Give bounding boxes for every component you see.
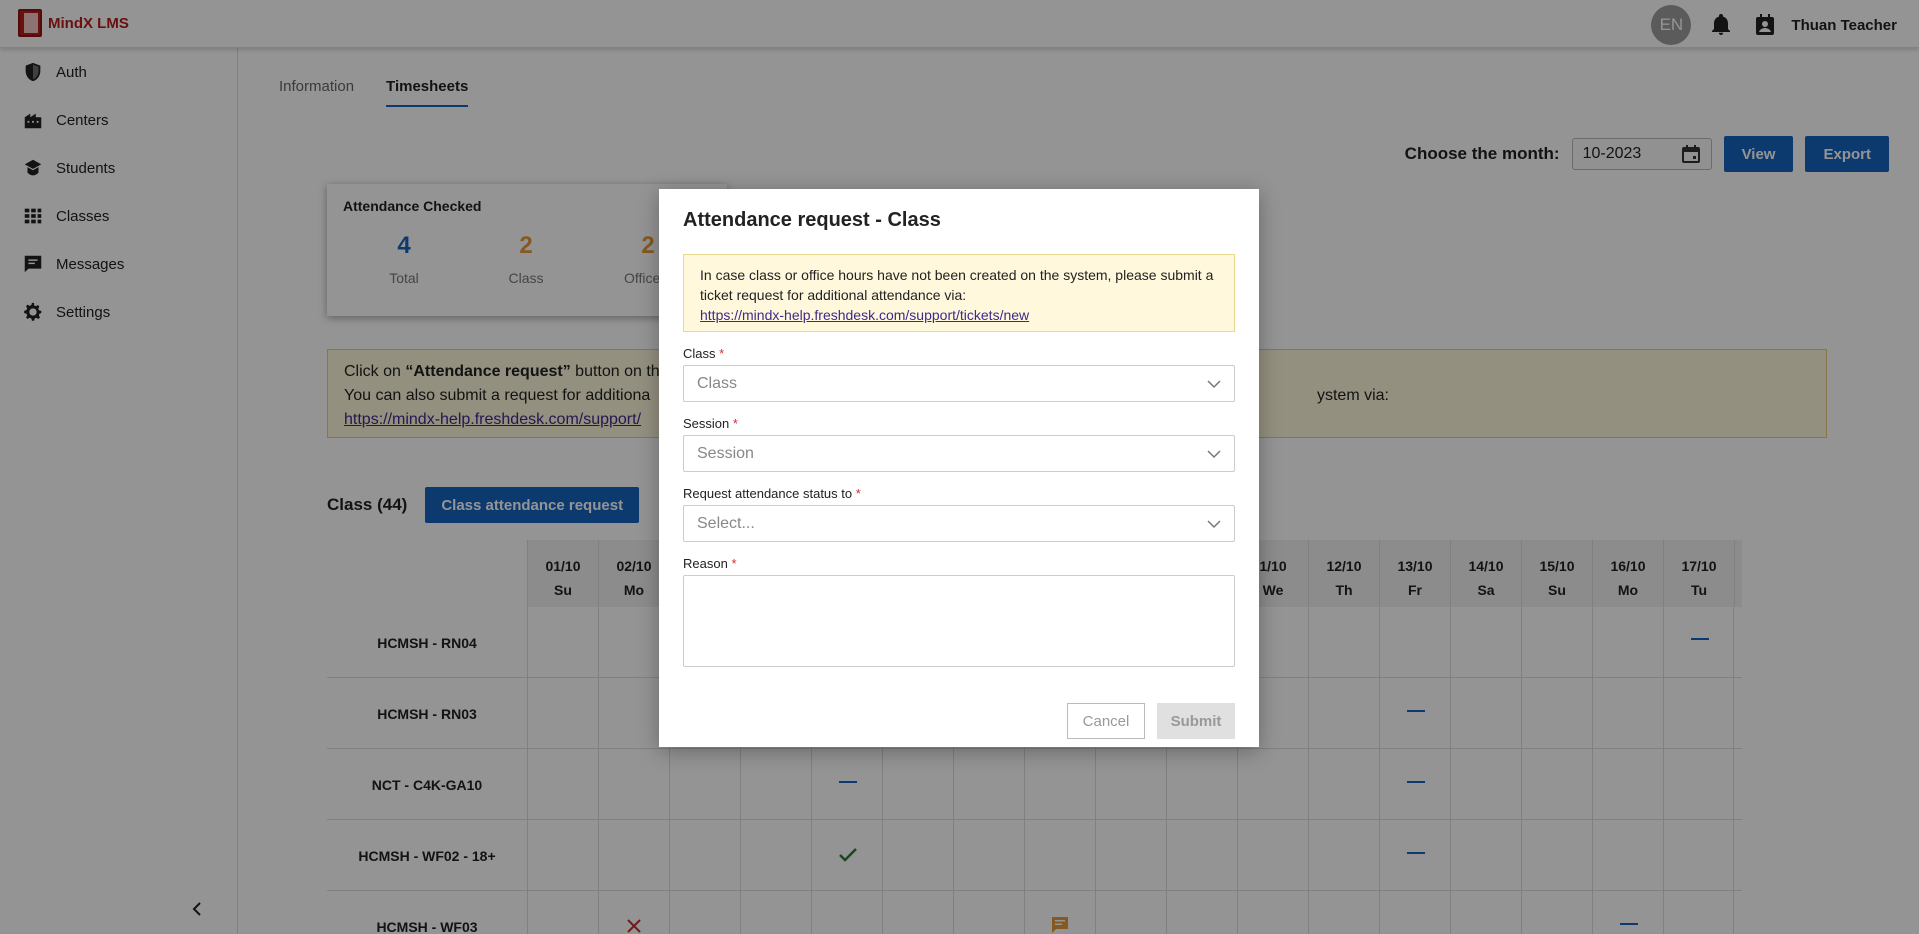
field-label-text: Request attendance status to — [683, 486, 853, 501]
reason-textarea[interactable] — [683, 575, 1235, 667]
class-field-label: Class * — [683, 346, 1235, 361]
attendance-request-dialog: Attendance request - Class In case class… — [659, 189, 1259, 747]
submit-button[interactable]: Submit — [1157, 703, 1235, 739]
required-mark: * — [855, 486, 861, 501]
chevron-down-icon — [1207, 519, 1221, 528]
chevron-down-icon — [1207, 379, 1221, 388]
cancel-button[interactable]: Cancel — [1067, 703, 1145, 739]
select-placeholder: Class — [697, 374, 738, 392]
dialog-notice: In case class or office hours have not b… — [683, 254, 1235, 332]
field-label-text: Class — [683, 346, 716, 361]
required-mark: * — [732, 416, 738, 431]
required-mark: * — [719, 346, 725, 361]
field-label-text: Reason — [683, 556, 728, 571]
class-select[interactable]: Class — [683, 365, 1235, 402]
select-placeholder: Session — [697, 444, 754, 462]
reason-field-label: Reason * — [683, 556, 1235, 571]
dialog-help-link[interactable]: https://mindx-help.freshdesk.com/support… — [700, 307, 1029, 323]
required-mark: * — [731, 556, 737, 571]
session-field-label: Session * — [683, 416, 1235, 431]
chevron-down-icon — [1207, 449, 1221, 458]
session-select[interactable]: Session — [683, 435, 1235, 472]
status-select[interactable]: Select... — [683, 505, 1235, 542]
select-placeholder: Select... — [697, 514, 755, 532]
dialog-notice-text: In case class or office hours have not b… — [700, 267, 1214, 303]
dialog-title: Attendance request - Class — [683, 209, 941, 231]
status-field-label: Request attendance status to * — [683, 486, 1235, 501]
field-label-text: Session — [683, 416, 730, 431]
